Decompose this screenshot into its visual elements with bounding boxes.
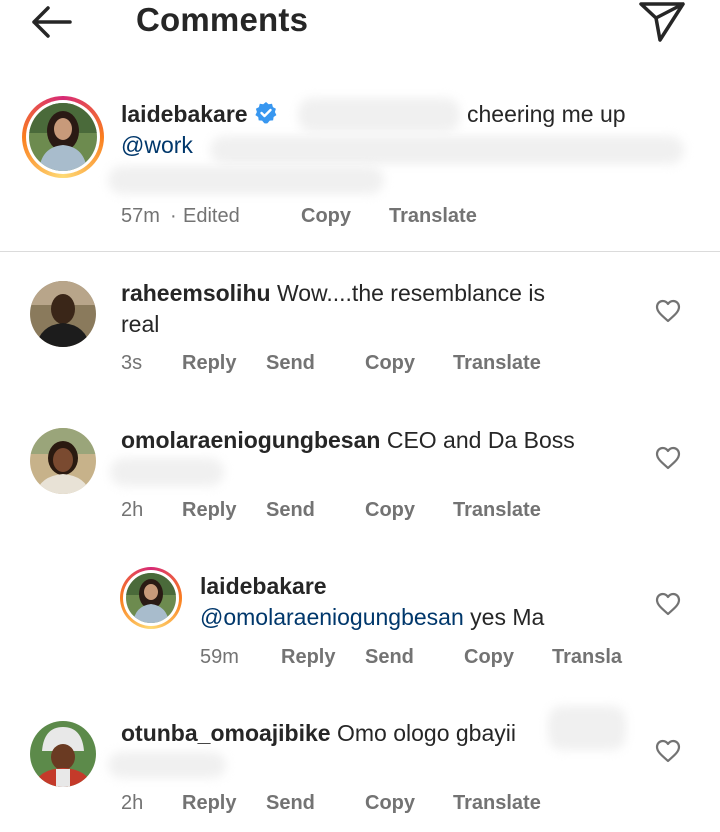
caption-username[interactable]: laidebakare <box>121 101 248 127</box>
reply-text: laidebakare <box>200 571 640 602</box>
heart-icon[interactable] <box>654 444 682 472</box>
caption-time: 57m <box>121 205 160 227</box>
comment-body: CEO and Da Boss <box>386 427 575 453</box>
meta-separator: · <box>170 205 177 227</box>
copy-button[interactable]: Copy <box>365 792 415 815</box>
reply-mention[interactable]: @omolaraeniogungbesan <box>200 604 464 630</box>
heart-icon[interactable] <box>654 737 682 765</box>
comment-time: 3s <box>121 352 143 374</box>
reply-body-text: yes Ma <box>470 604 545 630</box>
comment-username[interactable]: omolaraeniogungbesan <box>121 427 380 453</box>
back-button[interactable] <box>28 2 76 42</box>
comment-time: 2h <box>121 792 144 814</box>
translate-button[interactable]: Translate <box>389 205 477 228</box>
caption-text-tail: cheering me up <box>467 101 626 127</box>
redacted-text <box>110 458 224 486</box>
comment-text: omolaraeniogungbesan CEO and Da Boss <box>121 425 641 456</box>
avatar-otunba-omoajibike[interactable] <box>30 721 96 787</box>
share-button[interactable] <box>638 0 686 44</box>
redacted-text <box>108 166 384 194</box>
comment-time: 2h <box>121 499 144 521</box>
avatar-omolaraeniogungbesan[interactable] <box>30 428 96 494</box>
send-button[interactable]: Send <box>266 352 315 375</box>
avatar-raheemsolihu[interactable] <box>30 281 96 347</box>
paper-plane-icon <box>639 2 685 42</box>
comment-username[interactable]: otunba_omoajibike <box>121 720 331 746</box>
comment-meta: 2h Reply Send Copy Translate <box>121 792 621 818</box>
redacted-text <box>210 136 684 164</box>
reply-button[interactable]: Reply <box>182 352 236 375</box>
avatar-laidebakare-reply[interactable] <box>126 573 176 623</box>
copy-button[interactable]: Copy <box>365 499 415 522</box>
comment-body: Omo ologo gbayii <box>336 720 516 746</box>
caption-meta: 57m · Edited Copy Translate <box>121 205 701 231</box>
comment-username[interactable]: raheemsolihu <box>121 280 271 306</box>
reply-body: @omolaraeniogungbesan yes Ma <box>200 602 640 633</box>
caption-edited: Edited <box>183 205 240 227</box>
header-bar: Comments <box>0 0 720 48</box>
arrow-left-icon <box>32 6 72 38</box>
copy-button[interactable]: Copy <box>365 352 415 375</box>
reply-time: 59m <box>200 646 239 668</box>
reply-button[interactable]: Reply <box>281 646 335 669</box>
send-button[interactable]: Send <box>266 499 315 522</box>
copy-button[interactable]: Copy <box>464 646 514 669</box>
comment-meta: 3s Reply Send Copy Translate <box>121 352 621 378</box>
heart-icon[interactable] <box>654 297 682 325</box>
translate-button[interactable]: Translate <box>453 792 541 815</box>
caption-mention[interactable]: @work <box>121 130 193 161</box>
translate-button[interactable]: Translate <box>453 499 541 522</box>
redacted-text <box>548 706 626 750</box>
comment-text: raheemsolihu Wow....the resemblance is r… <box>121 278 641 340</box>
divider <box>0 251 720 252</box>
comment-meta: 2h Reply Send Copy Translate <box>121 499 621 525</box>
redacted-text <box>298 98 460 132</box>
verified-badge-icon <box>254 101 278 133</box>
heart-icon[interactable] <box>654 590 682 618</box>
redacted-text <box>108 752 226 778</box>
translate-button[interactable]: Transla <box>552 646 622 669</box>
send-button[interactable]: Send <box>365 646 414 669</box>
avatar-laidebakare[interactable] <box>29 103 97 171</box>
copy-button[interactable]: Copy <box>301 205 351 228</box>
comment-body: Wow....the resemblance is <box>276 280 545 306</box>
comment-body-line2: real <box>121 311 160 337</box>
reply-username[interactable]: laidebakare <box>200 573 327 599</box>
reply-button[interactable]: Reply <box>182 792 236 815</box>
send-button[interactable]: Send <box>266 792 315 815</box>
reply-button[interactable]: Reply <box>182 499 236 522</box>
page-title: Comments <box>136 1 309 38</box>
translate-button[interactable]: Translate <box>453 352 541 375</box>
reply-meta: 59m Reply Send Copy Transla <box>200 646 640 672</box>
